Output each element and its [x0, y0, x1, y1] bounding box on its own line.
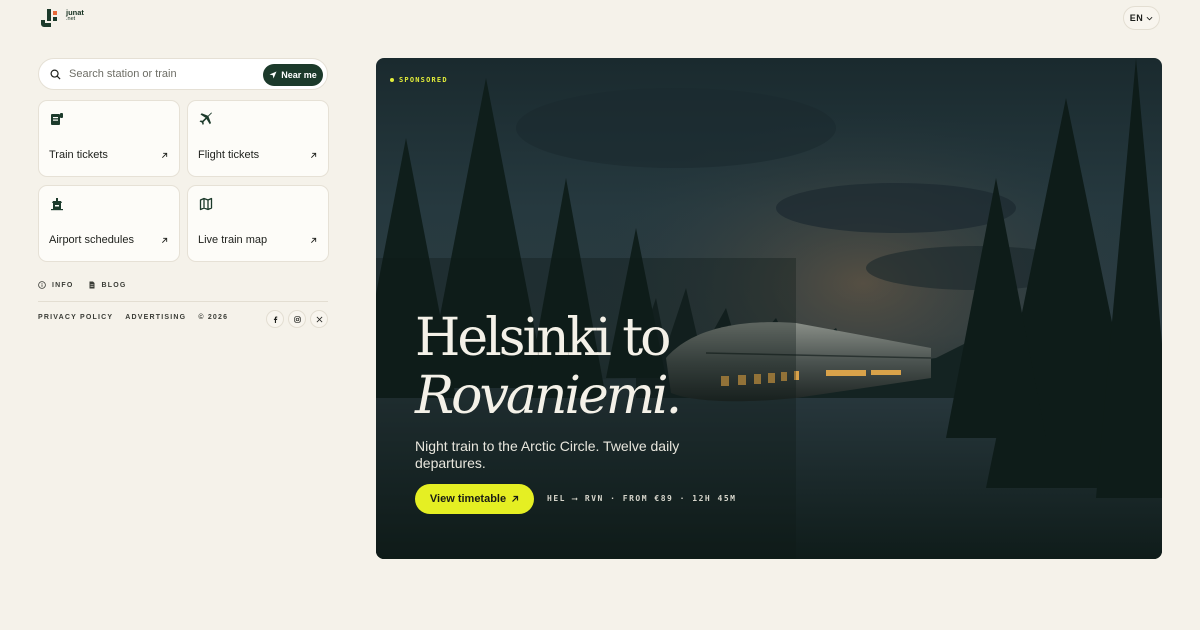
card-label: Flight tickets	[198, 149, 260, 161]
facebook-button[interactable]	[266, 310, 284, 328]
social-links	[266, 310, 328, 328]
train-ticket-icon	[51, 113, 63, 125]
info-icon	[38, 281, 46, 289]
card-live-train-map[interactable]: Live train map	[187, 185, 329, 262]
legal-links: PRIVACY POLICY ADVERTISING © 2026	[38, 314, 228, 321]
blog-link[interactable]: BLOG	[88, 281, 127, 289]
arrow-up-right-icon	[512, 495, 519, 502]
hero-banner[interactable]: SPONSORED Helsinki to Rovaniemi. Night t…	[376, 58, 1162, 559]
footer-divider	[38, 301, 328, 302]
arrow-up-right-icon	[311, 237, 317, 243]
info-links: INFO BLOG	[38, 281, 127, 289]
info-link[interactable]: INFO	[38, 281, 74, 289]
instagram-button[interactable]	[288, 310, 306, 328]
search-input[interactable]	[69, 68, 259, 80]
airport-icon	[51, 198, 63, 211]
arrow-up-right-icon	[162, 237, 168, 243]
card-train-tickets[interactable]: Train tickets	[38, 100, 180, 177]
brand-logo[interactable]: junat .net	[41, 9, 84, 27]
hero-title-line1: Helsinki to	[415, 308, 671, 368]
arrow-up-right-icon	[162, 152, 168, 158]
card-label: Airport schedules	[49, 234, 134, 246]
card-flight-tickets[interactable]: Flight tickets	[187, 100, 329, 177]
info-label: INFO	[52, 281, 74, 289]
arrow-up-right-icon	[311, 152, 317, 158]
cta-label: View timetable	[429, 493, 507, 505]
location-arrow-icon	[269, 71, 277, 79]
language-selector[interactable]: EN	[1123, 6, 1160, 30]
chevron-down-icon	[1146, 16, 1153, 20]
copyright-text: © 2026	[198, 314, 229, 321]
x-icon	[316, 316, 322, 322]
airplane-icon	[199, 112, 212, 125]
privacy-policy-link[interactable]: PRIVACY POLICY	[38, 314, 113, 321]
search-icon	[50, 69, 61, 80]
facebook-icon	[273, 315, 277, 323]
card-airport-schedules[interactable]: Airport schedules	[38, 185, 180, 262]
brand-tld: .net	[66, 15, 76, 22]
badge-dot-icon	[390, 78, 394, 82]
sponsored-label: SPONSORED	[399, 76, 448, 84]
view-timetable-button[interactable]: View timetable	[415, 484, 534, 514]
blog-label: BLOG	[101, 281, 127, 289]
route-info: HEL ⟶ RVN · FROM €89 · 12H 45M	[547, 494, 737, 503]
map-icon	[199, 197, 213, 211]
x-button[interactable]	[310, 310, 328, 328]
hero-title-line2: Rovaniemi.	[415, 366, 682, 426]
language-label: EN	[1129, 13, 1144, 23]
logo-mark-icon	[41, 9, 63, 27]
near-me-label: Near me	[281, 70, 317, 80]
advertising-link[interactable]: ADVERTISING	[125, 314, 186, 321]
hero-subtitle: Night train to the Arctic Circle. Twelve…	[415, 438, 680, 471]
card-label: Live train map	[198, 234, 268, 246]
card-label: Train tickets	[49, 149, 108, 161]
search-bar: Near me	[38, 58, 328, 90]
sponsored-badge: SPONSORED	[390, 76, 448, 84]
near-me-button[interactable]: Near me	[263, 64, 323, 86]
instagram-icon	[293, 315, 301, 323]
document-icon	[89, 281, 95, 289]
